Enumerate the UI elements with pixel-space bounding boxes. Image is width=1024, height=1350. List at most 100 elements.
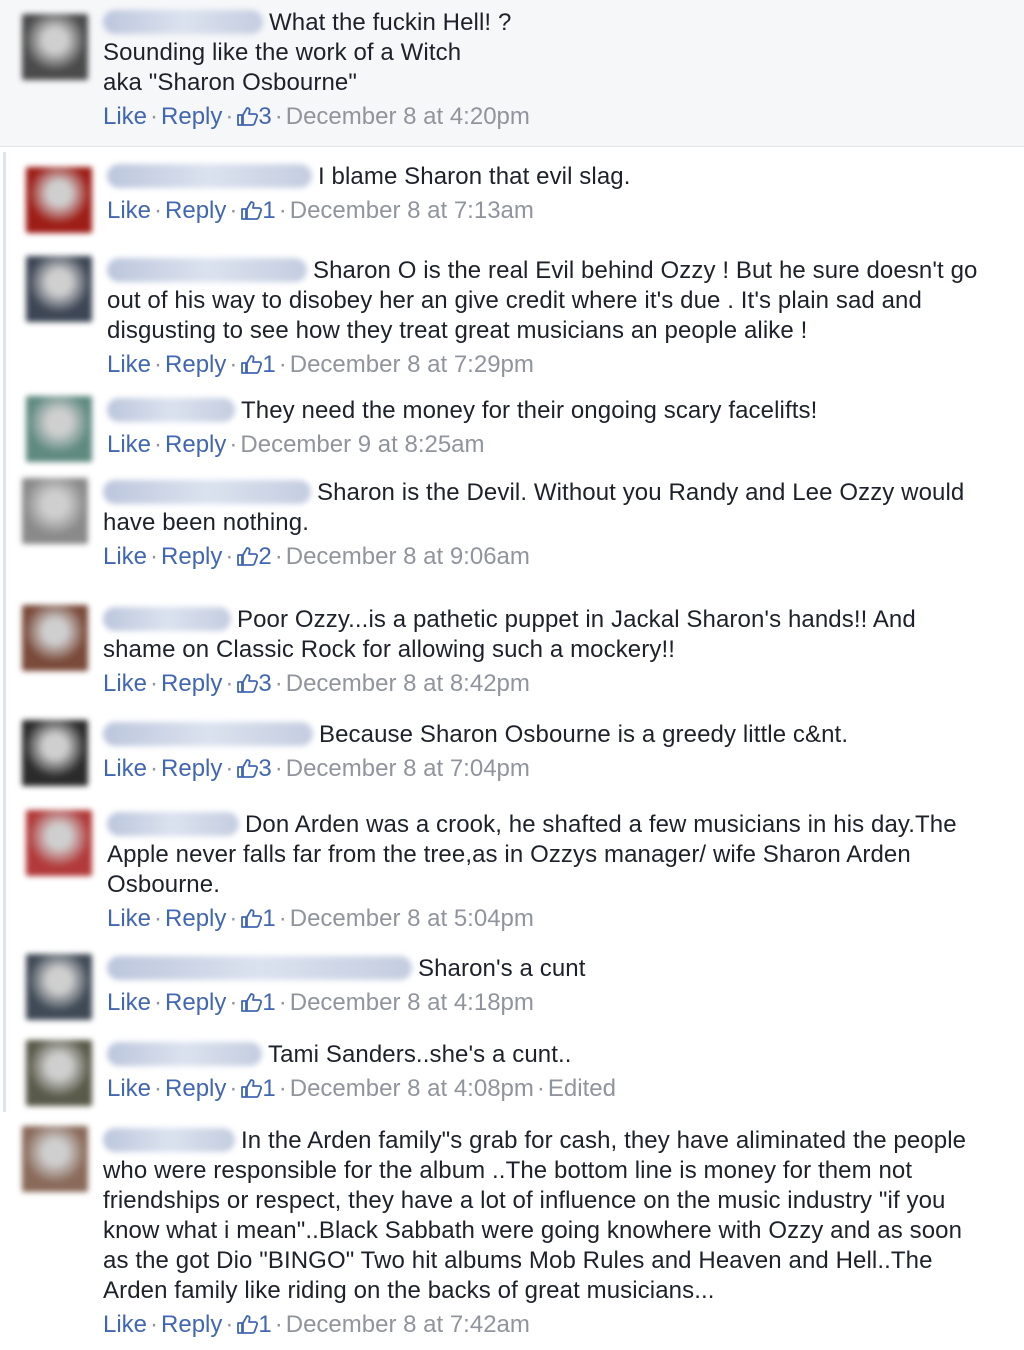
thumbs-up-icon: [236, 1312, 259, 1334]
like-count[interactable]: 3: [236, 670, 272, 697]
comment-timestamp[interactable]: December 8 at 7:13am: [290, 197, 534, 224]
comment-text: aka "Sharon Osbourne": [103, 69, 357, 96]
edited-label[interactable]: Edited: [548, 1075, 616, 1102]
separator-dot: ·: [150, 1311, 159, 1338]
like-count-value: 3: [258, 755, 272, 782]
author-name-redacted[interactable]: [103, 480, 311, 504]
like-link[interactable]: Like: [103, 103, 147, 130]
separator-dot: ·: [274, 670, 283, 697]
comment-text-line: Apple never falls far from the tree,as i…: [107, 840, 994, 870]
avatar[interactable]: [22, 1126, 88, 1192]
avatar[interactable]: [26, 256, 92, 322]
reply-link[interactable]: Reply: [165, 989, 226, 1016]
comment-timestamp[interactable]: December 8 at 4:20pm: [286, 103, 530, 130]
comment-text: Osbourne.: [107, 871, 220, 898]
comment-actions: Like · Reply · 1 · December 8 at 4:08pm · Edited: [107, 1074, 994, 1104]
reply-link[interactable]: Reply: [161, 1311, 222, 1338]
author-name-redacted[interactable]: [103, 10, 263, 34]
avatar[interactable]: [26, 167, 92, 233]
reply-link[interactable]: Reply: [161, 543, 222, 570]
like-count[interactable]: 2: [236, 543, 272, 570]
author-name-redacted[interactable]: [107, 956, 412, 980]
author-name-redacted[interactable]: [107, 812, 239, 836]
comment-timestamp[interactable]: December 8 at 8:42pm: [286, 670, 530, 697]
author-name-redacted[interactable]: [103, 722, 313, 746]
reply-link[interactable]: Reply: [161, 755, 222, 782]
like-count[interactable]: 3: [236, 755, 272, 782]
separator-dot: ·: [225, 670, 234, 697]
comment-text: Because Sharon Osbourne is a greedy litt…: [319, 721, 849, 748]
like-link[interactable]: Like: [103, 1311, 147, 1338]
comment-body: Poor Ozzy...is a pathetic puppet in Jack…: [103, 605, 994, 699]
comment-text: Tami Sanders..she's a cunt..: [268, 1041, 572, 1068]
separator-dot: ·: [229, 989, 238, 1016]
comment-timestamp[interactable]: December 8 at 7:42am: [286, 1311, 530, 1338]
like-count[interactable]: 1: [240, 1075, 276, 1102]
author-name-redacted[interactable]: [103, 1128, 235, 1152]
comment-timestamp[interactable]: December 8 at 9:06am: [286, 543, 530, 570]
comment-timestamp[interactable]: December 8 at 4:08pm: [290, 1075, 534, 1102]
reply-link[interactable]: Reply: [165, 197, 226, 224]
like-count[interactable]: 1: [240, 351, 276, 378]
comment-text-line: friendships or respect, they have a lot …: [103, 1186, 994, 1216]
reply-link[interactable]: Reply: [161, 103, 222, 130]
author-name-redacted[interactable]: [107, 164, 312, 188]
comment-timestamp[interactable]: December 8 at 4:18pm: [290, 989, 534, 1016]
like-count[interactable]: 3: [236, 103, 272, 130]
like-link[interactable]: Like: [103, 670, 147, 697]
separator-dot: ·: [150, 670, 159, 697]
comment-actions: Like · Reply · 2 · December 8 at 9:06am: [103, 542, 994, 572]
avatar[interactable]: [22, 478, 88, 544]
separator-dot: ·: [278, 351, 287, 378]
reply-link[interactable]: Reply: [165, 1075, 226, 1102]
avatar[interactable]: [26, 396, 92, 462]
reply-link[interactable]: Reply: [165, 905, 226, 932]
like-link[interactable]: Like: [107, 905, 151, 932]
comment-timestamp[interactable]: December 8 at 5:04pm: [290, 905, 534, 932]
comment-text: Don Arden was a crook, he shafted a few …: [245, 811, 957, 838]
separator-dot: ·: [225, 1311, 234, 1338]
thumbs-up-icon: [240, 198, 263, 220]
author-name-redacted[interactable]: [107, 1042, 262, 1066]
comment-text-line: Arden family like riding on the backs of…: [103, 1276, 994, 1306]
like-count[interactable]: 1: [240, 197, 276, 224]
comment-actions: Like · Reply · 3 · December 8 at 8:42pm: [103, 669, 994, 699]
comment-body: Sharon's a cunt Like · Reply · 1 · December 8 a…: [107, 954, 994, 1018]
comment-timestamp[interactable]: December 8 at 7:04pm: [286, 755, 530, 782]
avatar[interactable]: [22, 14, 88, 80]
comment-text: Arden family like riding on the backs of…: [103, 1277, 715, 1304]
comment-actions: Like · Reply · 1 · December 8 at 5:04pm: [107, 904, 994, 934]
reply-link[interactable]: Reply: [165, 431, 226, 458]
like-count-value: 3: [258, 670, 272, 697]
avatar[interactable]: [22, 605, 88, 671]
author-name-redacted[interactable]: [107, 398, 235, 422]
comment-text-line: out of his way to disobey her an give cr…: [107, 286, 994, 316]
reply-link[interactable]: Reply: [161, 670, 222, 697]
like-link[interactable]: Like: [107, 351, 151, 378]
avatar[interactable]: [26, 954, 92, 1020]
like-count[interactable]: 1: [236, 1311, 272, 1338]
reply-link[interactable]: Reply: [165, 351, 226, 378]
comment-timestamp[interactable]: December 9 at 8:25am: [240, 431, 484, 458]
like-link[interactable]: Like: [107, 197, 151, 224]
comment-body: They need the money for their ongoing sc…: [107, 396, 994, 460]
like-link[interactable]: Like: [107, 431, 151, 458]
author-name-redacted[interactable]: [103, 607, 231, 631]
like-count[interactable]: 1: [240, 989, 276, 1016]
thumbs-up-icon: [240, 1076, 263, 1098]
like-link[interactable]: Like: [103, 543, 147, 570]
like-count[interactable]: 1: [240, 905, 276, 932]
comment-timestamp[interactable]: December 8 at 7:29pm: [290, 351, 534, 378]
author-name-redacted[interactable]: [107, 258, 307, 282]
comment-text-line: know what i mean"..Black Sabbath were go…: [103, 1216, 994, 1246]
like-link[interactable]: Like: [107, 989, 151, 1016]
like-link[interactable]: Like: [107, 1075, 151, 1102]
avatar[interactable]: [26, 810, 92, 876]
comment-text: Sounding like the work of a Witch: [103, 39, 462, 66]
like-link[interactable]: Like: [103, 755, 147, 782]
avatar[interactable]: [26, 1040, 92, 1106]
comment-text-line: Sharon O is the real Evil behind Ozzy ! …: [107, 256, 994, 286]
comment-text-line: aka "Sharon Osbourne": [103, 68, 994, 98]
avatar[interactable]: [22, 720, 88, 786]
comment-text-line: Poor Ozzy...is a pathetic puppet in Jack…: [103, 605, 994, 635]
